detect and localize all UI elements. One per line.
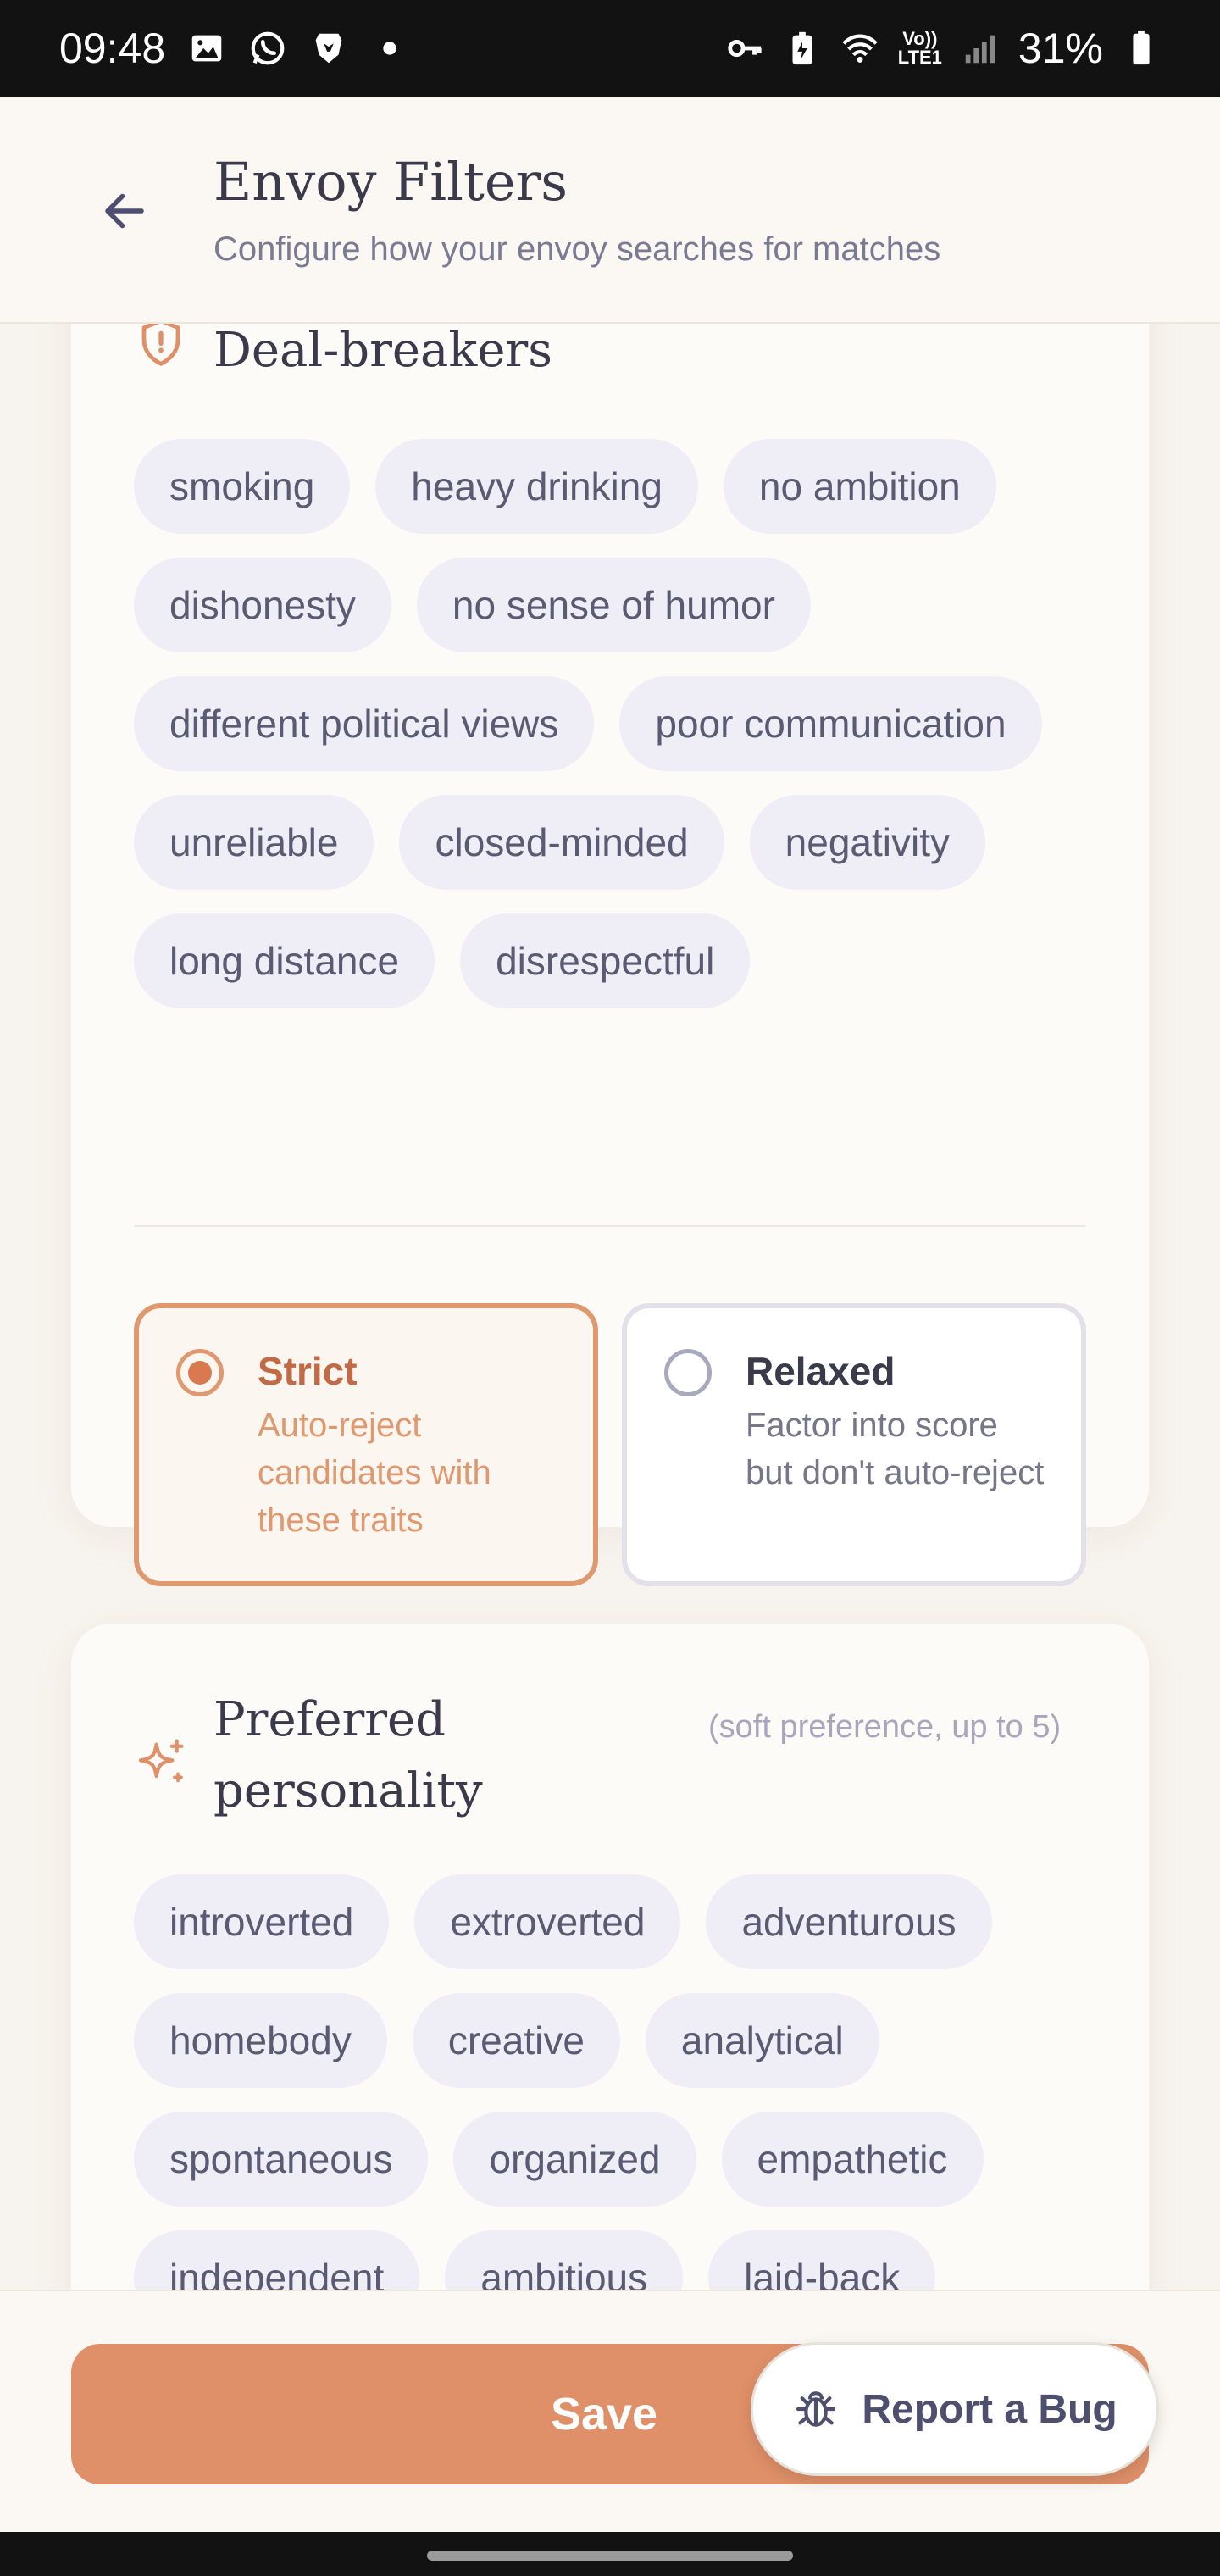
personality-chip[interactable]: creative [412,1993,620,2088]
page-title: Envoy Filters [214,151,568,213]
strict-radio[interactable] [176,1349,224,1396]
gesture-handle[interactable] [427,2551,793,2561]
dealbreaker-chip[interactable]: disrespectful [460,913,751,1008]
filters-scroll-area[interactable]: Deal-breakers smoking heavy drinking no … [0,324,1220,2290]
relaxed-description: Factor into score but don't auto-reject [746,1407,1045,1491]
brave-icon [309,29,348,68]
dealbreakers-chip-list: smoking heavy drinking no ambition disho… [134,439,1100,1008]
status-bar: 09:48 Vo)) LTE1 31% [0,0,1220,97]
relaxed-mode-option[interactable]: Relaxed Factor into score but don't auto… [622,1303,1086,1586]
report-bug-label: Report a Bug [862,2386,1117,2432]
dealbreaker-chip[interactable]: closed-minded [399,795,724,890]
status-time: 09:48 [59,25,166,72]
arrow-left-icon [105,193,144,229]
personality-chip[interactable]: independent [134,2230,420,2290]
personality-chip[interactable]: spontaneous [134,2112,429,2207]
page-subtitle: Configure how your envoy searches for ma… [214,230,941,268]
personality-chip[interactable]: ambitious [445,2230,684,2290]
personality-chip-list: introverted extroverted adventurous home… [134,1874,1100,2290]
personality-chip[interactable]: extroverted [414,1874,681,1969]
signal-icon [961,29,1000,68]
bug-icon [796,2391,836,2427]
battery-percent: 31% [1018,25,1103,72]
dealbreaker-chip[interactable]: dishonesty [134,558,391,652]
whatsapp-icon [248,29,287,68]
battery-saver-icon [783,29,822,68]
notification-dot-icon [370,29,409,68]
network-label: Vo)) LTE1 [898,30,942,67]
personality-chip[interactable]: organized [453,2112,696,2207]
personality-chip[interactable]: empathetic [721,2112,984,2207]
personality-chip[interactable]: analytical [645,1993,879,2088]
personality-chip[interactable]: laid-back [708,2230,936,2290]
dealbreaker-chip[interactable]: different political views [134,676,595,771]
dealbreaker-chip[interactable]: negativity [749,795,985,890]
dealbreaker-chip[interactable]: heavy drinking [375,439,698,534]
relaxed-title: Relaxed [746,1349,896,1393]
personality-title: Preferred personality [214,1692,483,1818]
personality-chip[interactable]: adventurous [706,1874,992,1969]
personality-header: Preferred personality [134,1685,688,1827]
strict-mode-option[interactable]: Strict Auto-reject candidates with these… [134,1303,598,1586]
bottom-action-bar: Save Report a Bug [0,2290,1220,2532]
vpn-key-icon [725,29,764,68]
dealbreaker-chip[interactable]: poor communication [619,676,1042,771]
personality-chip[interactable]: introverted [134,1874,390,1969]
personality-chip[interactable]: homebody [134,1993,387,2088]
back-button[interactable] [95,181,154,241]
dealbreaker-chip[interactable]: no sense of humor [416,558,811,652]
section-divider [134,1225,1086,1227]
gallery-icon [187,29,226,68]
dealbreaker-chip[interactable]: no ambition [723,439,996,534]
system-nav-bar [0,2532,1220,2576]
report-bug-button[interactable]: Report a Bug [751,2342,1159,2476]
lte-label: LTE1 [897,47,942,68]
battery-icon [1122,29,1161,68]
dealbreakers-header: Deal-breakers [134,324,552,386]
strict-title: Strict [258,1349,358,1393]
personality-card: Preferred personality (soft preference, … [71,1624,1149,2290]
dealbreakers-card: Deal-breakers smoking heavy drinking no … [71,324,1149,1586]
wifi-icon [840,29,879,68]
sparkle-icon [138,1739,184,1783]
relaxed-radio[interactable] [664,1349,712,1396]
dealbreaker-chip[interactable]: long distance [134,913,435,1008]
personality-hint: (soft preference, up to 5) [708,1709,1062,1745]
strict-description: Auto-reject candidates with these traits [258,1407,491,1539]
shield-alert-icon [141,324,180,366]
dealbreakers-title: Deal-breakers [214,324,552,378]
dealbreaker-chip[interactable]: unreliable [134,795,374,890]
app-header: Envoy Filters Configure how your envoy s… [0,97,1220,324]
dealbreaker-chip[interactable]: smoking [134,439,351,534]
